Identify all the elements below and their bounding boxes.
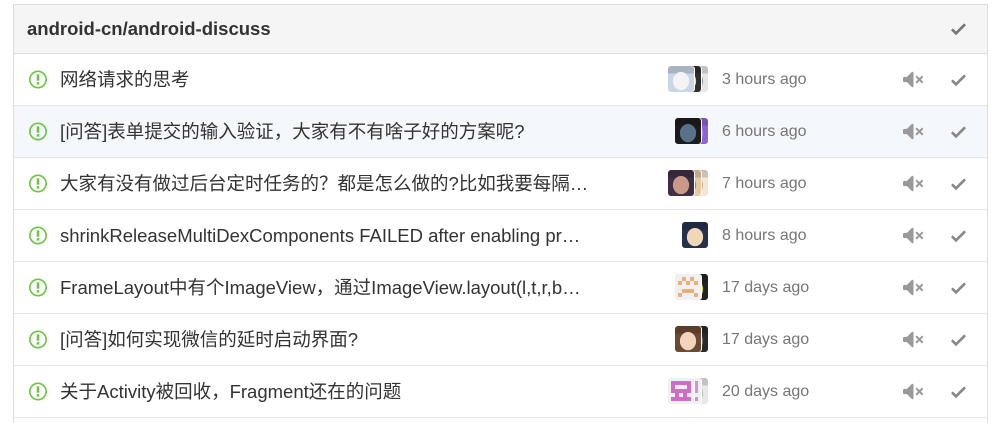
mark-as-read-button[interactable] [951,262,966,313]
notification-title[interactable]: FrameLayout中有个ImageView，通过ImageView.layo… [60,262,660,313]
check-icon [951,177,966,190]
avatar [675,274,701,300]
repo-header: android-cn/android-discuss [14,5,987,54]
avatar-stack [682,222,708,248]
notification-time: 17 days ago [722,279,810,296]
notification-title[interactable]: 网络请求的思考 [60,54,660,105]
notification-title[interactable]: [问答]表单提交的输入验证，大家有不有啥子好的方案呢? [60,106,660,157]
mute-icon [903,279,924,296]
notification-row: 网络请求的思考 3 hours ago [14,54,987,106]
issue-opened-icon [29,54,47,105]
mute-button[interactable] [903,54,924,105]
check-icon [951,229,966,242]
avatar-stack [675,118,708,144]
mute-icon [903,383,924,400]
avatar-stack [675,326,708,352]
notification-row: shrinkReleaseMultiDexComponents FAILED a… [14,210,987,262]
notification-time: 20 days ago [722,383,810,400]
mark-as-read-button[interactable] [951,314,966,365]
notification-row: 关于Activity被回收，Fragment还在的问题 20 days ago [14,366,987,418]
mark-as-read-button[interactable] [951,106,966,157]
avatar [668,66,694,92]
notification-row: [问答]表单提交的输入验证，大家有不有啥子好的方案呢? 6 hours ago [14,106,987,158]
avatar [675,326,701,352]
notifications-list: android-cn/android-discuss 网络请求的思考 3 hou… [13,4,988,423]
issue-opened-icon [29,366,47,417]
mark-as-read-button[interactable] [951,54,966,105]
avatar [668,170,694,196]
notification-time: 17 days ago [722,331,810,348]
mute-button[interactable] [903,262,924,313]
issue-opened-icon [29,262,47,313]
notification-row: 大家有没有做过后台定时任务的？都是怎么做的?比如我要每隔… 7 hours ag… [14,158,987,210]
avatar-stack [668,170,708,196]
check-icon [951,333,966,346]
mark-all-read-button[interactable] [951,5,966,53]
check-icon [951,125,966,138]
issue-opened-icon [29,314,47,365]
mute-button[interactable] [903,210,924,261]
check-icon [951,73,966,86]
mark-as-read-button[interactable] [951,158,966,209]
mute-icon [903,71,924,88]
avatar-stack [668,378,708,404]
avatar [675,118,701,144]
mute-icon [903,331,924,348]
mute-icon [903,175,924,192]
notification-title[interactable]: [问答]如何实现微信的延时启动界面? [60,314,660,365]
notification-title[interactable]: 关于Activity被回收，Fragment还在的问题 [60,366,660,417]
avatar [682,222,708,248]
mute-button[interactable] [903,158,924,209]
issue-opened-icon [29,210,47,261]
check-icon [951,385,966,398]
mute-icon [903,123,924,140]
notification-title[interactable]: shrinkReleaseMultiDexComponents FAILED a… [60,210,660,261]
check-icon [951,23,966,36]
notification-time: 6 hours ago [722,123,807,140]
avatar-stack [675,274,708,300]
mute-button[interactable] [903,314,924,365]
notification-time: 3 hours ago [722,71,807,88]
notification-row: [问答]如何实现微信的延时启动界面? 17 days ago [14,314,987,366]
issue-opened-icon [29,106,47,157]
avatar [668,378,694,404]
notification-title[interactable]: 大家有没有做过后台定时任务的？都是怎么做的?比如我要每隔… [60,158,660,209]
notification-time: 8 hours ago [722,227,807,244]
mark-as-read-button[interactable] [951,366,966,417]
issue-opened-icon [29,158,47,209]
mute-icon [903,227,924,244]
repo-name-link[interactable]: android-cn/android-discuss [27,5,271,53]
notification-row: FrameLayout中有个ImageView，通过ImageView.layo… [14,262,987,314]
notification-time: 7 hours ago [722,175,807,192]
avatar-stack [668,66,708,92]
mark-as-read-button[interactable] [951,210,966,261]
mute-button[interactable] [903,366,924,417]
mute-button[interactable] [903,106,924,157]
check-icon [951,281,966,294]
